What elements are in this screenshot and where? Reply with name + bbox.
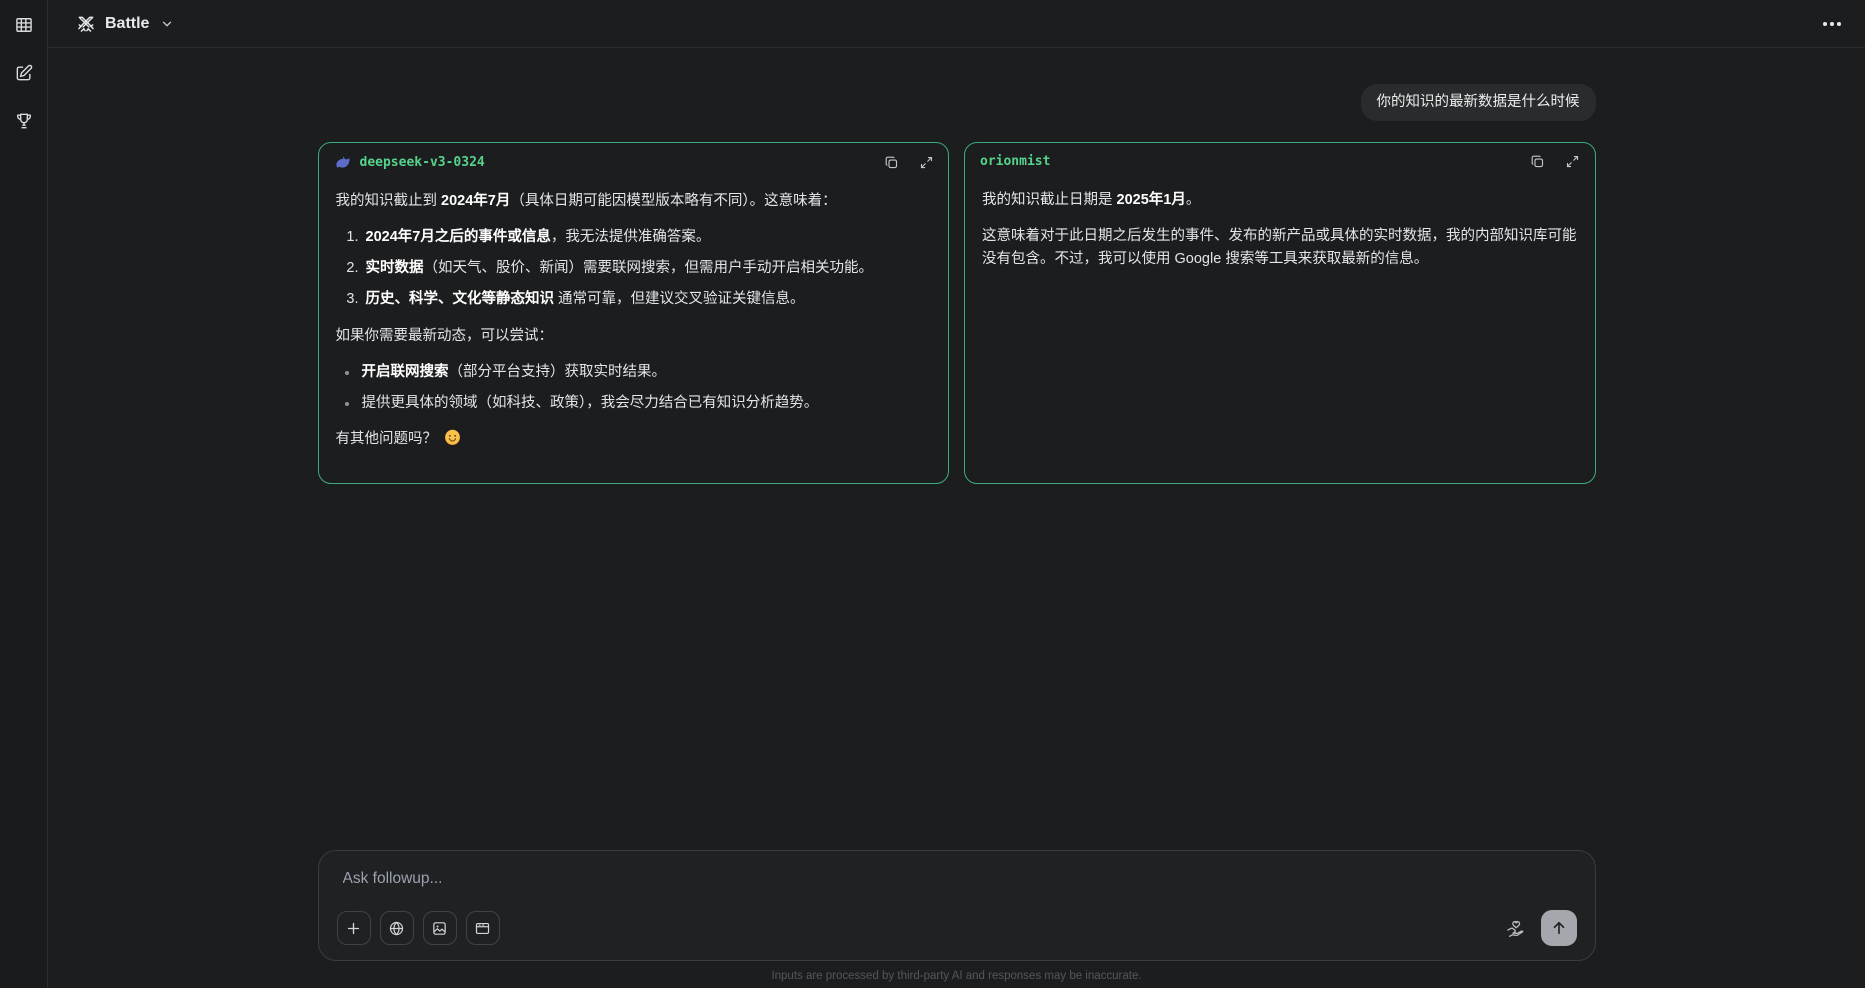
disclaimer-text: Inputs are processed by third-party AI a…: [771, 970, 1142, 982]
user-message-row: 你的知识的最新数据是什么时候: [318, 84, 1596, 121]
support-button[interactable]: [1504, 917, 1526, 939]
ordered-list: 2024年7月之后的事件或信息，我无法提供准确答案。实时数据（如天气、股价、新闻…: [336, 226, 932, 312]
battle-mode-dropdown[interactable]: Battle: [76, 14, 174, 34]
hand-heart-icon: [1506, 920, 1523, 937]
expand-icon: [920, 156, 932, 168]
panel-a-header: deepseek-v3-0324: [319, 143, 949, 175]
followup-composer: [317, 850, 1596, 961]
ellipsis-icon: [1823, 21, 1827, 26]
panel-a-model-identity: deepseek-v3-0324: [334, 154, 485, 171]
sidebar-item-new-chat[interactable]: [12, 61, 36, 85]
crossed-swords-icon: [78, 16, 94, 32]
smiling-face-emoji: [444, 429, 461, 454]
attach-button[interactable]: [336, 911, 371, 945]
copy-icon: [1531, 155, 1544, 168]
response-paragraph: 这意味着对于此日期之后发生的事件、发布的新产品或具体的实时数据，我的内部知识库可…: [982, 228, 1577, 268]
browser-button[interactable]: [465, 911, 500, 945]
globe-icon: [389, 921, 404, 935]
copy-icon: [885, 156, 897, 168]
trophy-icon: [16, 113, 31, 129]
mode-label: Battle: [105, 14, 150, 32]
list-item: 2024年7月之后的事件或信息，我无法提供准确答案。: [363, 226, 932, 249]
model-panel-a: deepseek-v3-0324 我的知识截止到 2024年7月（具体日期可能因…: [317, 141, 949, 485]
panel-b-header: orionmist: [965, 143, 1595, 174]
image-icon: [433, 921, 446, 935]
chevron-down-icon: [163, 21, 172, 27]
list-item: 实时数据（如天气、股价、新闻）需要联网搜索，但需用户手动开启相关功能。: [363, 257, 932, 280]
chat-content: 你的知识的最新数据是什么时候 deepseek-v3-0324 我的知识截止到 …: [317, 48, 1596, 988]
model-name-a: deepseek-v3-0324: [359, 154, 485, 170]
web-search-button[interactable]: [379, 911, 414, 945]
plus-icon: [347, 922, 360, 934]
expand-button[interactable]: [1565, 154, 1581, 170]
grid-table-icon: [15, 18, 32, 32]
top-bar: Battle: [48, 0, 1865, 48]
response-paragraph: 如果你需要最新动态，可以尝试：: [335, 327, 554, 344]
expand-icon: [1566, 156, 1579, 168]
browser-window-icon: [475, 922, 490, 934]
list-item: 历史、科学、文化等静态知识 通常可靠，但建议交叉验证关键信息。: [363, 288, 932, 311]
model-name-b: orionmist: [980, 154, 1051, 170]
composer-toolbar-right: [1504, 910, 1577, 946]
composer-wrap: Inputs are processed by third-party AI a…: [317, 850, 1596, 982]
copy-button[interactable]: [1530, 154, 1546, 170]
expand-button[interactable]: [918, 154, 934, 170]
panel-a-actions: [883, 154, 934, 170]
main-area: Battle 你的知识的最新数据是什么时候 deepseek-v3-0324 我…: [48, 0, 1865, 988]
response-paragraph: 我的知识截止日期是 2025年1月。: [982, 191, 1201, 208]
bullet-list: 开启联网搜索（部分平台支持）获取实时结果。提供更具体的领域（如科技、政策），我会…: [336, 361, 932, 415]
response-paragraph: 有其他问题吗？: [336, 428, 932, 454]
arrow-up-icon: [1553, 921, 1564, 935]
deepseek-whale-icon: [335, 156, 350, 168]
left-sidebar: [0, 0, 48, 988]
list-item: 开启联网搜索（部分平台支持）获取实时结果。: [359, 361, 932, 384]
image-button[interactable]: [422, 911, 457, 945]
user-message-bubble: 你的知识的最新数据是什么时候: [1360, 84, 1596, 121]
sidebar-item-leaderboard[interactable]: [12, 109, 36, 133]
panel-b-model-identity: orionmist: [980, 154, 1050, 169]
compose-icon: [16, 64, 32, 81]
app-root: Battle 你的知识的最新数据是什么时候 deepseek-v3-0324 我…: [0, 0, 1865, 988]
model-response-b: 我的知识截止日期是 2025年1月。这意味着对于此日期之后发生的事件、发布的新产…: [965, 174, 1595, 301]
followup-input[interactable]: [336, 868, 1577, 890]
copy-button[interactable]: [883, 154, 899, 170]
model-response-a: 我的知识截止到 2024年7月（具体日期可能因模型版本略有不同）。这意味着： 20…: [319, 175, 949, 484]
model-panel-b: orionmist 我的知识截止日期是 2025年1月。 这意味着对于此日期之后…: [964, 141, 1596, 485]
sidebar-item-grid[interactable]: [12, 13, 36, 37]
composer-toolbar: [336, 910, 1577, 946]
list-item: 提供更具体的领域（如科技、政策），我会尽力结合已有知识分析趋势。: [359, 392, 932, 415]
overflow-menu-button[interactable]: [1823, 21, 1841, 26]
panel-b-actions: [1530, 154, 1581, 170]
response-paragraph: 我的知识截止到 2024年7月（具体日期可能因模型版本略有不同）。这意味着：: [335, 192, 837, 209]
model-response-panels: deepseek-v3-0324 我的知识截止到 2024年7月（具体日期可能因…: [317, 141, 1596, 485]
send-button[interactable]: [1540, 910, 1577, 946]
